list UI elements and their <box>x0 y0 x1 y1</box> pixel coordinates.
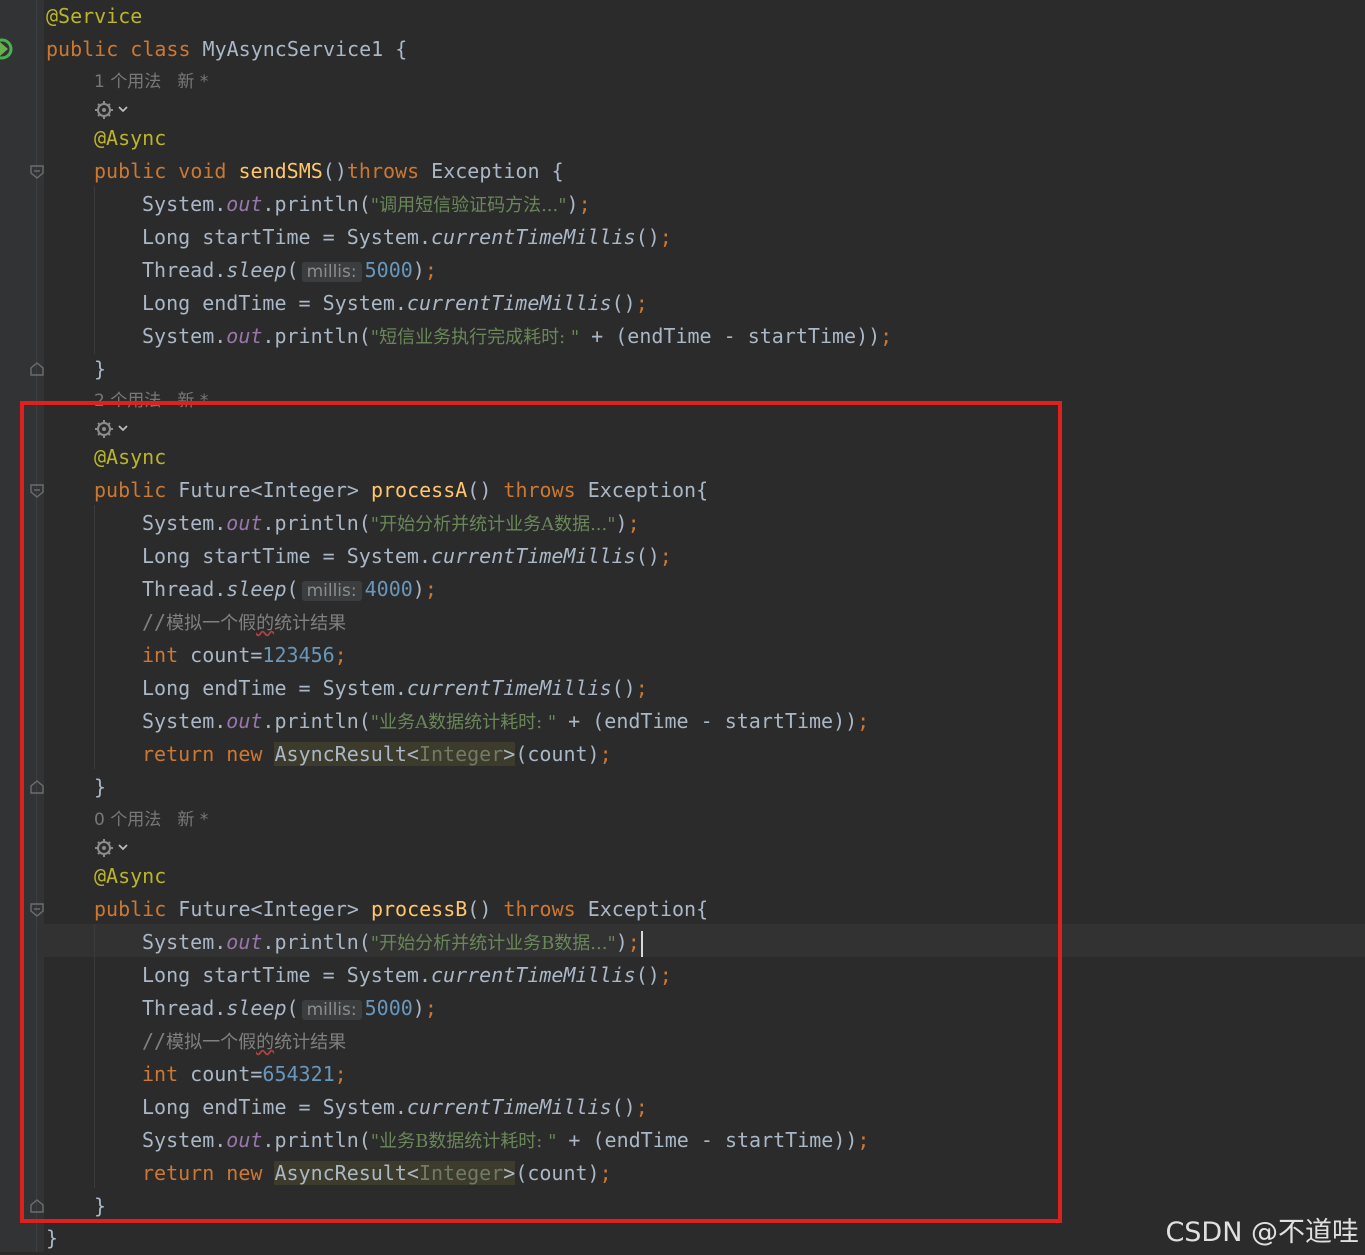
code-text: + (endTime - startTime)) <box>579 324 881 348</box>
usage-hint[interactable]: 1 个用法 新 * <box>94 67 208 97</box>
code-text: ) <box>566 192 579 216</box>
code-text: ( <box>286 258 299 282</box>
semicolon: ; <box>635 291 648 315</box>
keyword: throws <box>346 159 420 183</box>
static-field: out <box>226 192 263 216</box>
static-field: out <box>226 324 263 348</box>
code-text: System. <box>142 324 227 348</box>
static-method: currentTimeMillis <box>406 291 612 315</box>
code-text: () <box>611 291 636 315</box>
highlight-box <box>20 401 1062 1223</box>
code-line[interactable]: System.out.println("调用短信验证码方法..."); <box>142 188 591 221</box>
run-gutter-icon[interactable] <box>0 38 14 60</box>
static-method: sleep <box>226 258 287 282</box>
code-line[interactable]: Long startTime = System.currentTimeMilli… <box>142 221 672 254</box>
annotation: @Service <box>46 4 143 28</box>
indent-guide <box>94 186 95 354</box>
code-text: .println( <box>262 324 371 348</box>
code-line-class-close-brace[interactable]: } <box>46 1222 58 1255</box>
semicolon: ; <box>880 324 893 348</box>
code-text: } <box>94 357 107 381</box>
code-text: ) <box>412 258 425 282</box>
code-line-service-annotation[interactable]: @Service <box>46 0 142 33</box>
code-line[interactable]: Long endTime = System.currentTimeMillis(… <box>142 287 648 320</box>
code-text: MyAsyncService1 { <box>190 37 408 61</box>
semicolon: ; <box>578 192 591 216</box>
keyword: public class <box>46 37 191 61</box>
annotation: @Async <box>94 126 167 150</box>
code-text: () <box>322 159 347 183</box>
static-method: currentTimeMillis <box>430 225 636 249</box>
code-line-async-annotation[interactable]: @Async <box>94 122 166 155</box>
code-text: } <box>46 1226 59 1250</box>
gear-chevron-icon[interactable] <box>94 99 130 121</box>
code-line-close-brace[interactable]: } <box>94 353 106 386</box>
method-name: sendSMS <box>238 159 323 183</box>
watermark: CSDN @不道哇 <box>1165 1217 1359 1248</box>
code-text: Exception { <box>419 159 564 183</box>
fold-end-marker-icon[interactable] <box>30 362 44 376</box>
code-text: () <box>635 225 660 249</box>
parameter-hint: millis: <box>301 262 362 282</box>
code-text: Thread. <box>142 258 227 282</box>
semicolon: ; <box>659 225 672 249</box>
fold-marker-icon[interactable] <box>30 165 44 179</box>
string-literal: "调用短信验证码方法..." <box>370 195 567 216</box>
code-text: Long startTime = System. <box>142 225 431 249</box>
code-text: System. <box>142 192 227 216</box>
code-line[interactable]: System.out.println("短信业务执行完成耗时: " + (end… <box>142 320 892 353</box>
semicolon: ; <box>424 258 437 282</box>
code-text: .println( <box>262 192 371 216</box>
code-text: Long endTime = System. <box>142 291 407 315</box>
code-line-sendsms-signature[interactable]: public void sendSMS()throws Exception { <box>94 155 564 188</box>
number-literal: 5000 <box>364 258 413 282</box>
string-literal: "短信业务执行完成耗时: " <box>370 327 580 348</box>
code-line-class-declaration[interactable]: public class MyAsyncService1 { <box>46 33 407 66</box>
code-line[interactable]: Thread.sleep(millis: 5000); <box>142 254 437 287</box>
keyword: public void <box>94 159 227 183</box>
